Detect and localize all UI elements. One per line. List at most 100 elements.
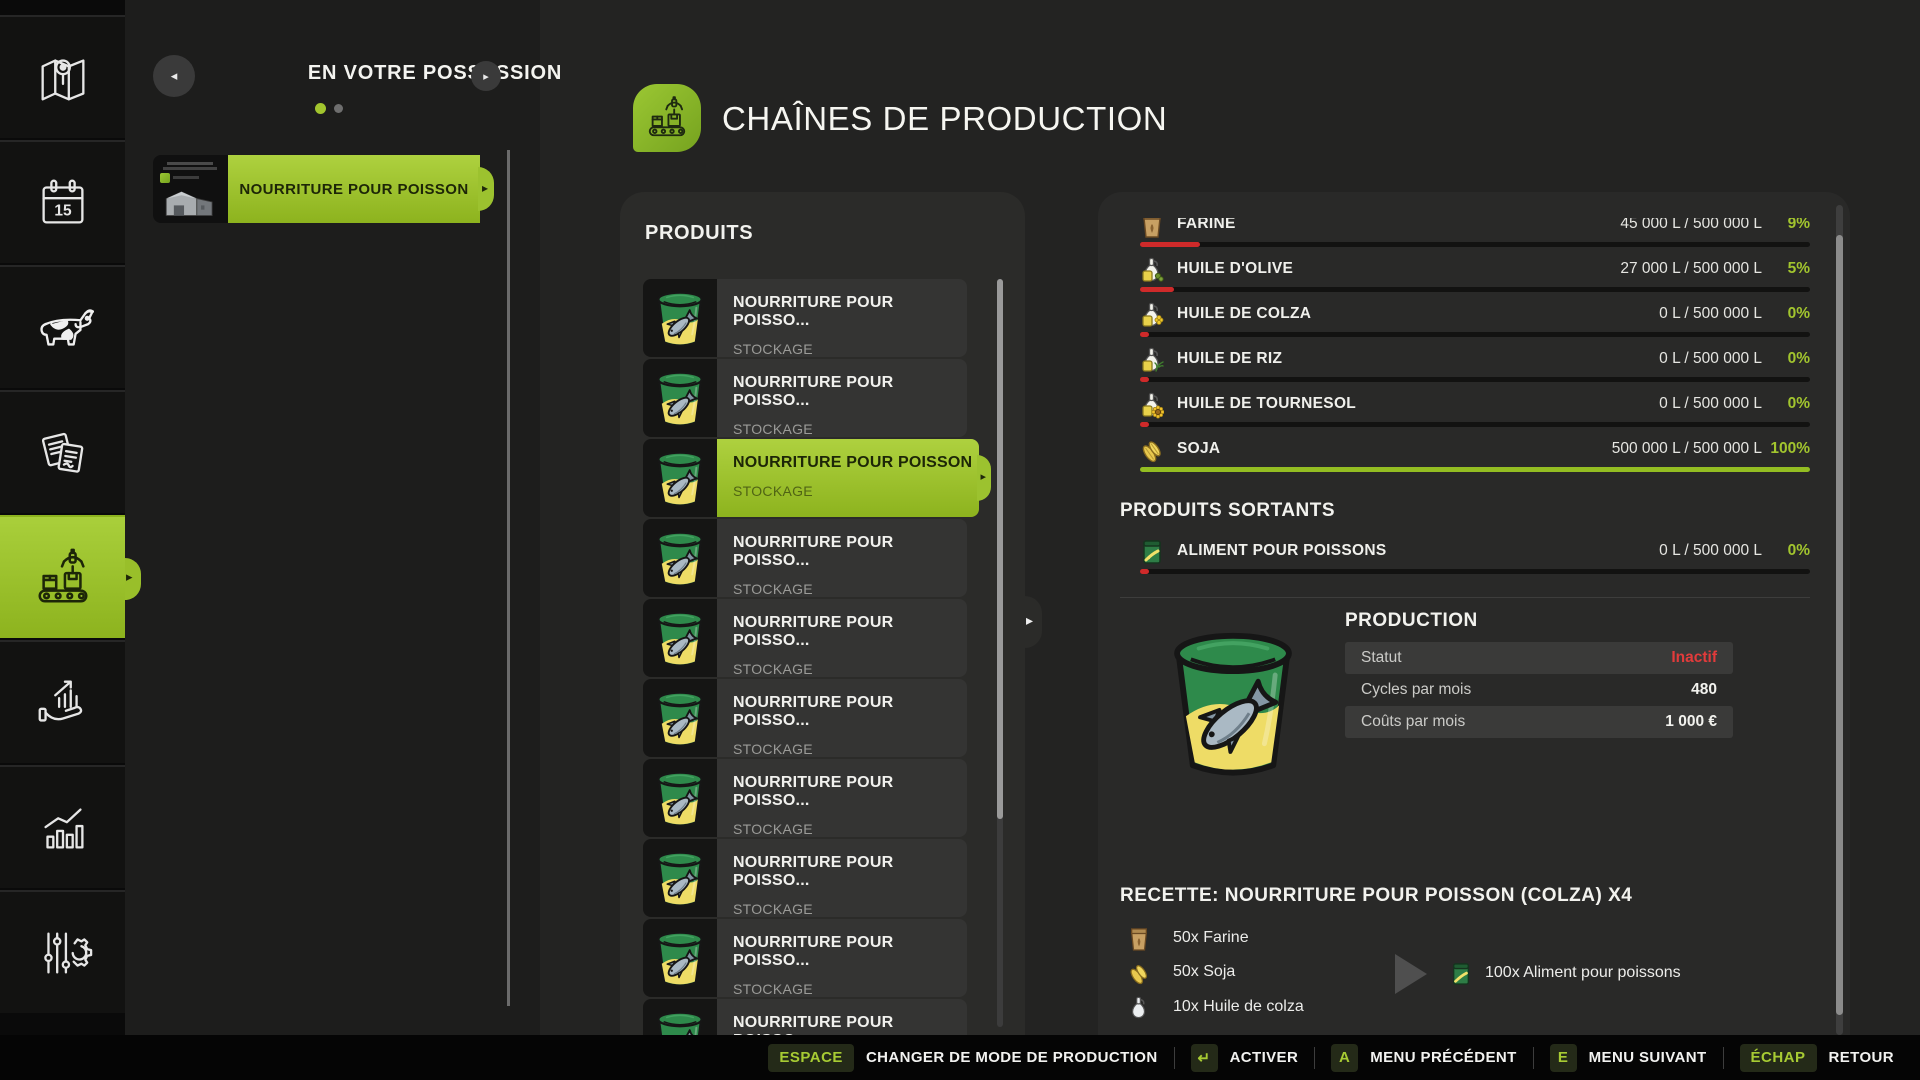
cycles-label: Cycles par mois <box>1361 681 1691 699</box>
input-amount: 0 L / 500 000 L <box>1512 305 1762 323</box>
escape-key-badge: ÉCHAP <box>1740 1044 1817 1072</box>
input-name: HUILE D'OLIVE <box>1177 260 1293 278</box>
hint-previous-menu[interactable]: A MENU PRÉCÉDENT <box>1331 1044 1516 1072</box>
recipe-output-qty: 100x Aliment pour poissons <box>1485 964 1681 982</box>
input-percent: 0% <box>1766 395 1810 413</box>
possession-item-arrow-icon: ▸ <box>482 181 488 195</box>
products-scrollbar-thumb[interactable] <box>997 279 1003 819</box>
sidebar-item-map[interactable] <box>0 15 125 138</box>
input-bar-fill <box>1140 287 1174 292</box>
sidebar-item-statistics[interactable] <box>0 765 125 888</box>
input-percent: 100% <box>1766 440 1810 458</box>
sidebar-item-production[interactable]: ▸ <box>0 515 125 638</box>
carousel-dot-active[interactable] <box>315 103 326 114</box>
input-percent: 9% <box>1766 218 1810 233</box>
panel-expander-arrow-icon: ▸ <box>1026 612 1033 629</box>
input-row-farine: FARINE 45 000 L / 500 000 L 9% <box>1140 218 1810 254</box>
sidebar-item-contracts[interactable] <box>0 390 125 513</box>
recipe-ingredient: 50x Farine <box>1128 924 1488 954</box>
hint-back[interactable]: ÉCHAP RETOUR <box>1740 1044 1894 1072</box>
costs-label: Coûts par mois <box>1361 713 1665 731</box>
input-row-huile-colza: HUILE DE COLZA 0 L / 500 000 L 0% <box>1140 299 1810 344</box>
e-key-badge: E <box>1550 1044 1577 1072</box>
product-subtitle: STOCKAGE <box>733 483 979 499</box>
products-panel: PRODUITS NOURRITURE POUR POISSO... STOCK… <box>620 192 1025 1035</box>
carousel-dot[interactable] <box>334 104 343 113</box>
product-title: NOURRITURE POUR POISSO... <box>733 294 967 330</box>
table-row-status: Statut Inactif <box>1345 642 1733 674</box>
possession-item-thumbnail[interactable] <box>153 155 228 223</box>
fish-food-bucket-icon <box>643 439 717 517</box>
flour-icon <box>1140 218 1164 239</box>
settings-icon <box>32 922 94 984</box>
possession-scrollbar[interactable] <box>507 150 510 1006</box>
details-scrollbar-thumb[interactable] <box>1836 235 1843 1015</box>
product-title: NOURRITURE POUR POISSO... <box>733 1014 967 1035</box>
ingredient-qty: 10x Huile de colza <box>1173 998 1304 1016</box>
sidebar-item-finances[interactable] <box>0 640 125 763</box>
production-details-panel: FARINE 45 000 L / 500 000 L 9% HUILE D'O… <box>1098 192 1850 1035</box>
sidebar-item-calendar[interactable]: 15 <box>0 140 125 263</box>
input-amount: 45 000 L / 500 000 L <box>1512 218 1762 233</box>
carousel-next-button[interactable]: ▸ <box>471 61 501 91</box>
product-list-item[interactable]: NOURRITURE POUR POISSO... STOCKAGE <box>643 919 967 997</box>
product-list-item[interactable]: NOURRITURE POUR POISSO... STOCKAGE <box>643 599 967 677</box>
product-title: NOURRITURE POUR POISSO... <box>733 854 967 890</box>
hint-activate[interactable]: ↵ ACTIVER <box>1191 1044 1299 1072</box>
hint-change-production-mode[interactable]: ESPACE CHANGER DE MODE DE PRODUCTION <box>768 1044 1157 1072</box>
product-title: NOURRITURE POUR POISSO... <box>733 374 967 410</box>
input-name: HUILE DE COLZA <box>1177 305 1311 323</box>
section-divider <box>1120 597 1810 598</box>
ingredient-qty: 50x Farine <box>1173 929 1249 947</box>
outputs-section-title: PRODUITS SORTANTS <box>1120 500 1335 522</box>
product-subtitle: STOCKAGE <box>733 581 967 597</box>
finances-icon <box>32 672 94 734</box>
soybean-icon <box>1140 436 1164 464</box>
input-name: SOJA <box>1177 440 1220 458</box>
input-row-huile-tournesol: HUILE DE TOURNESOL 0 L / 500 000 L 0% <box>1140 389 1810 434</box>
product-subtitle: STOCKAGE <box>733 421 967 437</box>
input-name: FARINE <box>1177 218 1236 233</box>
fish-food-bucket-icon <box>643 679 717 757</box>
sidebar-item-settings[interactable] <box>0 890 125 1013</box>
product-subtitle: STOCKAGE <box>733 341 967 357</box>
sidebar-item-animals[interactable] <box>0 265 125 388</box>
statistics-icon <box>32 797 94 859</box>
status-label: Statut <box>1361 649 1671 667</box>
key-hints-bar: ESPACE CHANGER DE MODE DE PRODUCTION ↵ A… <box>0 1035 1920 1080</box>
fish-food-bucket-icon <box>643 599 717 677</box>
hint-separator <box>1174 1047 1175 1069</box>
input-bar-fill <box>1140 422 1149 427</box>
product-list-item[interactable]: NOURRITURE POUR POISSO... STOCKAGE <box>643 759 967 837</box>
product-subtitle: STOCKAGE <box>733 661 967 677</box>
products-scrollbar[interactable] <box>997 279 1003 1027</box>
input-name: HUILE DE RIZ <box>1177 350 1282 368</box>
hint-label: MENU PRÉCÉDENT <box>1370 1049 1516 1066</box>
output-amount: 0 L / 500 000 L <box>1512 542 1762 560</box>
rice-oil-icon <box>1140 346 1164 374</box>
output-name: ALIMENT POUR POISSONS <box>1177 542 1387 560</box>
product-list-item[interactable]: NOURRITURE POUR POISSO... STOCKAGE <box>643 999 967 1035</box>
possession-item[interactable]: NOURRITURE POUR POISSON ▸ <box>228 155 480 223</box>
input-percent: 0% <box>1766 350 1810 368</box>
canola-oil-icon <box>1128 995 1150 1021</box>
product-list-item[interactable]: NOURRITURE POUR POISSO... STOCKAGE <box>643 679 967 757</box>
carousel-prev-button[interactable]: ◂ <box>153 55 195 97</box>
possession-title: EN VOTRE POSSESSION <box>290 62 580 85</box>
hint-separator <box>1314 1047 1315 1069</box>
product-list-item-selected[interactable]: NOURRITURE POUR POISSON STOCKAGE ▸ <box>643 439 979 517</box>
hint-next-menu[interactable]: E MENU SUIVANT <box>1550 1044 1707 1072</box>
recipe-ingredient: 10x Huile de colza <box>1128 993 1488 1023</box>
product-list-item[interactable]: NOURRITURE POUR POISSO... STOCKAGE <box>643 279 967 357</box>
soybean-icon <box>1128 960 1150 986</box>
input-bar <box>1140 332 1810 337</box>
panel-expander[interactable]: ▸ <box>1025 596 1042 648</box>
product-subtitle: STOCKAGE <box>733 901 967 917</box>
product-list-item[interactable]: NOURRITURE POUR POISSO... STOCKAGE <box>643 839 967 917</box>
product-list-item[interactable]: NOURRITURE POUR POISSO... STOCKAGE <box>643 359 967 437</box>
table-row-costs: Coûts par mois 1 000 € <box>1345 706 1733 738</box>
details-scrollbar[interactable] <box>1836 205 1843 1035</box>
product-list-item[interactable]: NOURRITURE POUR POISSO... STOCKAGE <box>643 519 967 597</box>
cycles-value: 480 <box>1691 681 1717 699</box>
hint-label: RETOUR <box>1829 1049 1894 1066</box>
